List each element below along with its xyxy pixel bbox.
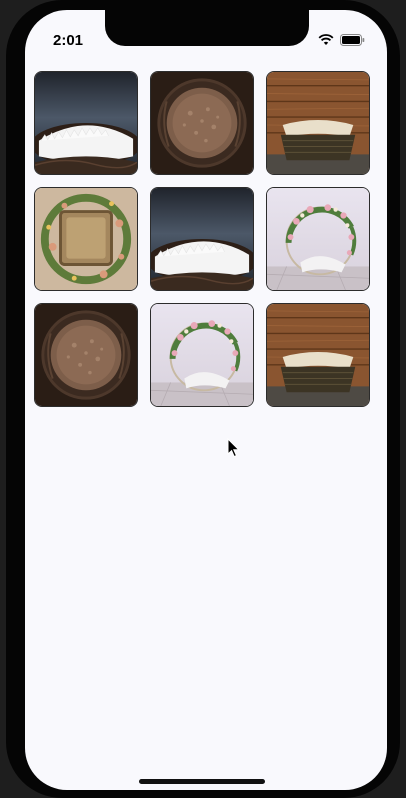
floral-hoop-white-image	[267, 188, 369, 290]
notch	[105, 10, 309, 46]
status-time: 2:01	[53, 32, 84, 49]
phone-frame: 2:01	[6, 0, 400, 798]
home-indicator[interactable]	[139, 779, 265, 784]
brown-fur-bowl-image	[35, 304, 137, 406]
grid-image-tile[interactable]	[150, 303, 254, 407]
wicker-basket-wood-wall-image	[267, 304, 369, 406]
grid-image-tile[interactable]	[150, 187, 254, 291]
grid-image-tile[interactable]	[34, 303, 138, 407]
grid-image-tile[interactable]	[266, 71, 370, 175]
floral-square-nest-image	[35, 188, 137, 290]
app-screen: 2:01	[25, 10, 387, 790]
wicker-basket-wood-wall-image	[267, 72, 369, 174]
status-icons	[318, 34, 365, 46]
wifi-icon	[318, 34, 334, 45]
battery-icon	[340, 34, 365, 46]
brown-fur-bowl-image	[151, 72, 253, 174]
grid-image-tile[interactable]	[34, 71, 138, 175]
image-grid	[34, 71, 370, 407]
grid-image-tile[interactable]	[266, 303, 370, 407]
grid-image-tile[interactable]	[34, 187, 138, 291]
mouse-cursor-icon	[227, 438, 241, 458]
floral-hoop-white-image	[151, 304, 253, 406]
fur-nest-dark-backdrop-image	[35, 72, 137, 174]
grid-image-tile[interactable]	[266, 187, 370, 291]
fur-nest-dark-backdrop-image	[151, 188, 253, 290]
grid-image-tile[interactable]	[150, 71, 254, 175]
